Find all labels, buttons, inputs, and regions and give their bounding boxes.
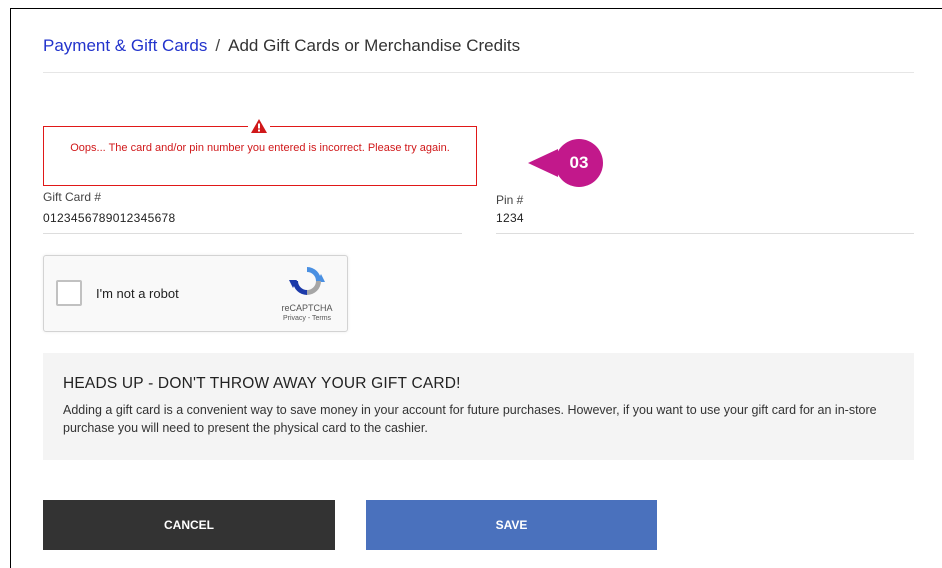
recaptcha-label: I'm not a robot — [96, 286, 179, 301]
recaptcha-logo-icon — [288, 264, 326, 298]
gift-card-input[interactable]: 0123456789012345678 — [43, 211, 176, 225]
breadcrumb-current-page: Add Gift Cards or Merchandise Credits — [228, 36, 521, 55]
gift-card-underline — [43, 233, 462, 234]
pin-input[interactable]: 1234 — [496, 211, 524, 225]
warning-triangle-icon — [248, 117, 270, 135]
breadcrumb-separator: / — [215, 36, 221, 55]
heads-up-notice: HEADS UP - DON'T THROW AWAY YOUR GIFT CA… — [43, 353, 914, 460]
gift-card-label: Gift Card # — [43, 190, 102, 204]
recaptcha-brand: reCAPTCHA — [281, 303, 333, 313]
error-message: Oops... The card and/or pin number you e… — [70, 142, 450, 154]
header-divider — [43, 72, 914, 73]
step-number: 03 — [569, 153, 589, 172]
cancel-button[interactable]: CANCEL — [43, 500, 335, 550]
pin-label: Pin # — [496, 193, 524, 207]
notice-body: Adding a gift card is a convenient way t… — [63, 403, 877, 435]
step-callout-badge: 03 — [528, 137, 604, 189]
recaptcha-widget: I'm not a robot reCAPTCHA Privacy - Term… — [43, 255, 348, 332]
pin-underline — [496, 233, 914, 234]
notice-title: HEADS UP - DON'T THROW AWAY YOUR GIFT CA… — [63, 375, 461, 392]
recaptcha-checkbox[interactable] — [56, 280, 82, 306]
breadcrumb: Payment & Gift Cards / Add Gift Cards or M… — [43, 36, 520, 56]
save-button[interactable]: SAVE — [366, 500, 657, 550]
recaptcha-privacy-terms-link[interactable]: Privacy - Terms — [270, 315, 344, 322]
error-alert: Oops... The card and/or pin number you e… — [43, 117, 477, 186]
breadcrumb-link-payment-gift-cards[interactable]: Payment & Gift Cards — [43, 36, 207, 55]
